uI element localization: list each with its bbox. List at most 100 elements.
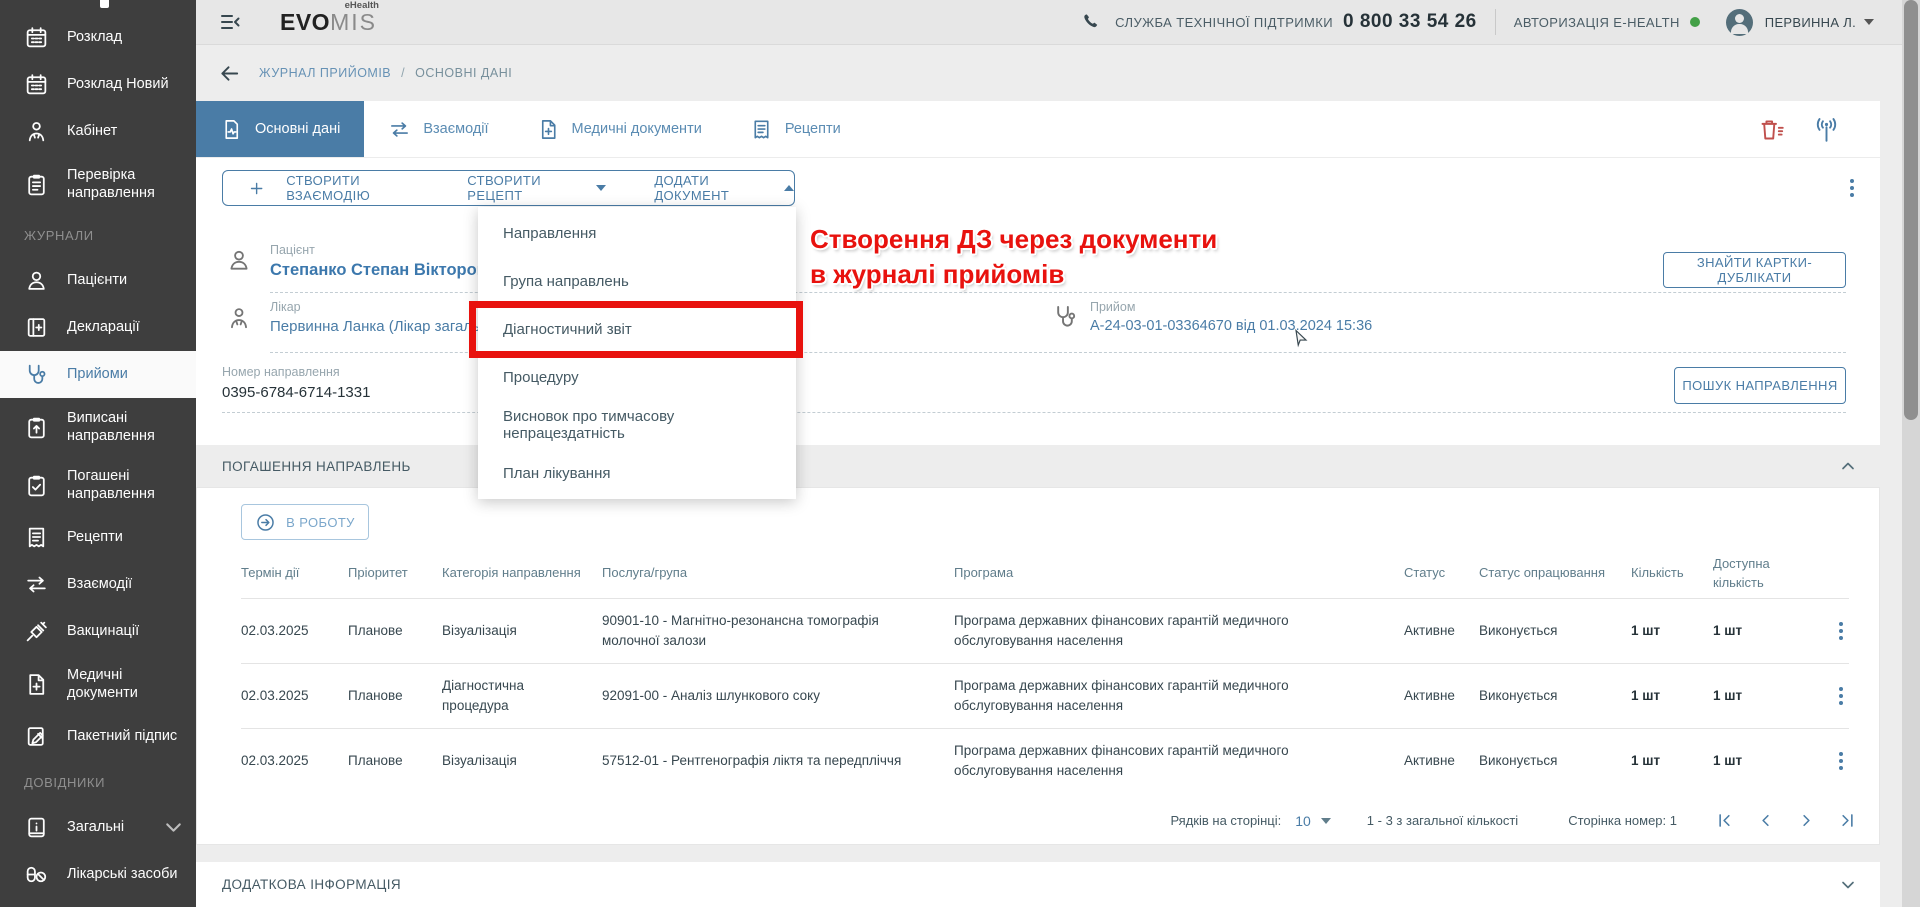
sidebar-item-schedule-new[interactable]: Розклад Новий [0, 61, 196, 108]
syringe-icon [24, 619, 49, 644]
previous-page-icon[interactable] [1756, 811, 1775, 830]
tab-interactions[interactable]: Взаємодії [364, 101, 512, 157]
visit-label: Прийом [1090, 300, 1135, 314]
evomis-logo: EVOMIS eHealth [280, 9, 377, 36]
sidebar-item-medical-documents[interactable]: Медичні документи [0, 655, 196, 713]
patient-name-link[interactable]: Степанко Степан Вікторович [270, 261, 507, 280]
find-duplicates-button[interactable]: ЗНАЙТИ КАРТКИ-ДУБЛІКАТИ [1663, 252, 1846, 288]
sidebar-item-medicines[interactable]: Лікарські засоби [0, 851, 196, 898]
first-page-icon[interactable] [1715, 811, 1734, 830]
row-actions-icon[interactable] [1839, 622, 1843, 640]
calendar-icon [24, 25, 49, 50]
row-actions-icon[interactable] [1839, 687, 1843, 705]
caret-up-icon [784, 185, 794, 191]
clipped-sidebar-icon [100, 0, 109, 8]
visit-value[interactable]: A-24-03-01-03364670 від 01.03.2024 15:36 [1090, 318, 1372, 334]
stethoscope-icon [1052, 303, 1079, 330]
additional-info-section-header[interactable]: ДОДАТКОВА ІНФОРМАЦІЯ [196, 862, 1880, 907]
sidebar-item-interactions[interactable]: Взаємодії [0, 561, 196, 608]
menu-item-procedure[interactable]: Процедуру [478, 353, 796, 401]
next-page-icon[interactable] [1797, 811, 1816, 830]
rows-per-page-select[interactable]: 10 [1295, 813, 1311, 829]
mouse-cursor [1291, 325, 1311, 351]
transfer-icon [24, 572, 49, 597]
table-row[interactable]: 02.03.2025 Планове Візуалізація 57512-01… [241, 728, 1849, 793]
support-phone: 0 800 33 54 26 [1343, 11, 1477, 33]
tab-bar: Основні дані Взаємодії Медичні документи… [196, 101, 1880, 158]
sidebar-item-cabinet[interactable]: Кабінет [0, 108, 196, 155]
annotation-text: Створення ДЗ через документи в журналі п… [810, 222, 1217, 292]
vertical-scrollbar[interactable] [1902, 0, 1920, 907]
sidebar-item-batch-signature[interactable]: Пакетний підпис [0, 713, 196, 760]
doctor-label: Лікар [270, 300, 301, 314]
collapse-sidebar-icon[interactable] [218, 10, 242, 34]
add-document-button[interactable]: ДОДАТИ ДОКУМЕНТ [654, 173, 794, 203]
clipboard-list-icon [24, 172, 49, 197]
chevron-down-icon[interactable] [1838, 875, 1858, 895]
document-pulse-icon [220, 118, 243, 141]
sidebar-item-redeemed-referrals[interactable]: Погашені направлення [0, 456, 196, 514]
scrollbar-thumb[interactable] [1904, 0, 1918, 420]
table-row[interactable]: 02.03.2025 Планове Візуалізація 90901-10… [241, 598, 1849, 663]
signature-icon [24, 724, 49, 749]
user-menu-caret-icon[interactable] [1864, 19, 1874, 25]
receipt-icon [750, 118, 773, 141]
delete-icon[interactable] [1758, 116, 1785, 143]
document-plus-icon [537, 118, 560, 141]
menu-item-referral[interactable]: Направлення [478, 209, 796, 257]
phone-icon [1081, 12, 1101, 32]
breadcrumb-journal-link[interactable]: ЖУРНАЛ ПРИЙОМІВ [259, 66, 391, 80]
user-name[interactable]: ПЕРВИННА Л. [1765, 15, 1856, 30]
more-options-icon[interactable] [1850, 179, 1854, 197]
menu-item-disability-conclusion[interactable]: Висновок про тимчасову непрацездатність [478, 401, 796, 449]
sidebar-item-appointments[interactable]: Прийоми [0, 351, 196, 398]
menu-item-diagnostic-report[interactable]: Діагностичний звіт [478, 305, 796, 353]
stethoscope-icon [24, 362, 49, 387]
sidebar-item-general[interactable]: Загальні [0, 804, 196, 851]
calendar-icon [24, 72, 49, 97]
sidebar-item-prescriptions[interactable]: Рецепти [0, 514, 196, 561]
add-document-dropdown: Направлення Група направлень Діагностичн… [478, 207, 796, 499]
sidebar-item-issued-referrals[interactable]: Виписані направлення [0, 398, 196, 456]
breadcrumb: ЖУРНАЛ ПРИЙОМІВ / ОСНОВНІ ДАНІ [196, 45, 1902, 101]
sidebar-item-declarations[interactable]: Декларації [0, 304, 196, 351]
menu-item-referral-group[interactable]: Група направлень [478, 257, 796, 305]
broadcast-icon[interactable] [1813, 116, 1840, 143]
create-interaction-button[interactable]: СТВОРИТИ ВЗАЄМОДІЮ [286, 173, 431, 203]
tab-prescriptions[interactable]: Рецепти [726, 101, 865, 157]
avatar[interactable] [1726, 9, 1753, 36]
row-actions-icon[interactable] [1839, 752, 1843, 770]
create-prescription-button[interactable]: СТВОРИТИ РЕЦЕПТ [467, 173, 606, 203]
sidebar-item-patients[interactable]: Пацієнти [0, 257, 196, 304]
redemption-section-header[interactable]: ПОГАШЕННЯ НАПРАВЛЕНЬ [196, 445, 1880, 487]
rows-per-page-caret-icon[interactable] [1321, 818, 1331, 824]
sidebar-section-journals: ЖУРНАЛИ [0, 213, 196, 257]
table-row[interactable]: 02.03.2025 Планове Діагностична процедур… [241, 663, 1849, 728]
pagination: Рядків на сторінці: 10 1 - 3 з загальної… [1170, 811, 1857, 830]
support-label: СЛУЖБА ТЕХНІЧНОЇ ПІДТРИМКИ [1115, 15, 1333, 30]
back-arrow-icon[interactable] [218, 62, 241, 85]
breadcrumb-current: ОСНОВНІ ДАНІ [415, 66, 512, 80]
person-icon [24, 268, 49, 293]
sidebar: Розклад Розклад Новий Кабінет Перевірка … [0, 0, 196, 907]
chevron-up-icon[interactable] [1838, 456, 1858, 476]
page-number: Сторінка номер: 1 [1568, 813, 1677, 828]
referral-number-value: 0395-6784-6714-1331 [222, 384, 370, 401]
book-info-icon [24, 815, 49, 840]
last-page-icon[interactable] [1838, 811, 1857, 830]
to-work-button[interactable]: В РОБОТУ [241, 504, 369, 540]
sidebar-item-medical-partial[interactable]: Медичні [0, 898, 196, 907]
dashed-divider [222, 412, 1846, 413]
top-bar: EVOMIS eHealth СЛУЖБА ТЕХНІЧНОЇ ПІДТРИМК… [196, 0, 1902, 45]
plus-icon [249, 180, 264, 197]
sidebar-item-referral-check[interactable]: Перевірка направлення [0, 155, 196, 213]
sidebar-item-vaccinations[interactable]: Вакцинації [0, 608, 196, 655]
tab-main-data[interactable]: Основні дані [196, 101, 364, 157]
sidebar-item-schedule[interactable]: Розклад [0, 14, 196, 61]
referrals-table: Термін дії Пріоритет Категорія направлен… [241, 548, 1849, 793]
menu-item-treatment-plan[interactable]: План лікування [478, 449, 796, 497]
search-referral-button[interactable]: ПОШУК НАПРАВЛЕННЯ [1674, 367, 1846, 404]
clipboard-up-icon [24, 415, 49, 440]
tab-medical-documents[interactable]: Медичні документи [513, 101, 726, 157]
doctor-value[interactable]: Первинна Ланка (Лікар загальної [270, 318, 501, 335]
